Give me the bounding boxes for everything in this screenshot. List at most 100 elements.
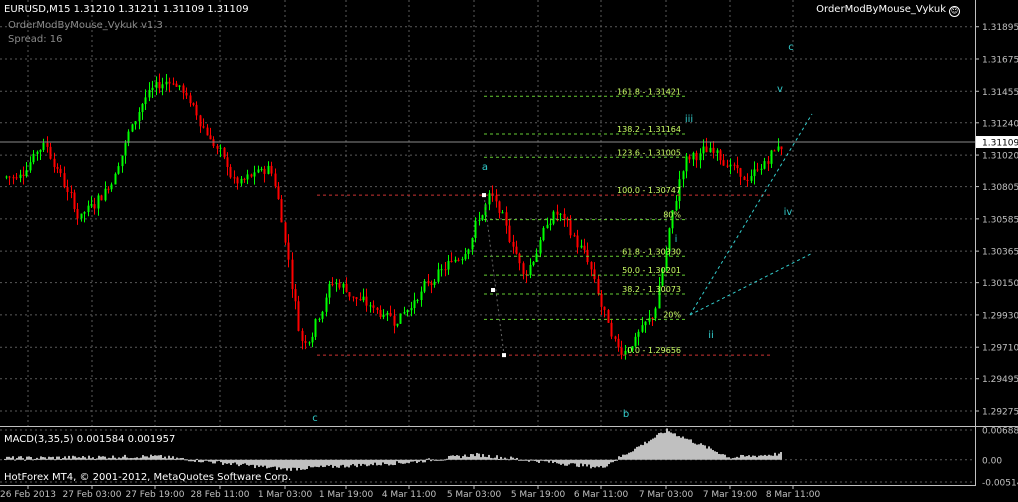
macd-bar — [642, 445, 644, 460]
macd-bar — [532, 459, 534, 461]
candle-body — [716, 150, 719, 153]
macd-bar — [652, 438, 654, 460]
macd-bar — [422, 459, 424, 463]
candle-body — [172, 83, 175, 85]
candle-body — [270, 165, 273, 174]
candle-body — [263, 168, 266, 174]
macd-bar — [158, 455, 160, 460]
macd-bar — [38, 458, 40, 460]
time-tick-label: 1 Mar 19:00 — [319, 490, 374, 500]
expert-advisor-badge[interactable]: OrderModByMouse_Vykuk ☺ — [816, 4, 960, 17]
time-tick-label: 27 Feb 03:00 — [62, 490, 121, 500]
candle-body — [644, 321, 647, 326]
candle-body — [450, 261, 453, 263]
macd-bar — [264, 459, 266, 466]
macd-bar — [540, 459, 542, 461]
candle-body — [124, 142, 127, 156]
price-tick-label: 1.31020 — [982, 152, 1018, 162]
candle-body — [416, 300, 419, 302]
macd-scale-label: 0.00 — [982, 456, 1002, 466]
macd-bar — [110, 458, 112, 460]
wave-label-v: v — [777, 84, 783, 95]
macd-bar — [266, 459, 268, 469]
candle-body — [22, 174, 25, 176]
macd-bar — [208, 459, 210, 462]
candle-body — [654, 308, 657, 319]
macd-bar — [776, 455, 778, 460]
macd-bar — [372, 459, 374, 466]
candle-body — [246, 174, 249, 180]
macd-bar — [380, 459, 382, 466]
macd-bar — [620, 457, 622, 460]
candle-body — [773, 150, 776, 152]
macd-bar — [256, 459, 258, 466]
time-tick-label: 26 Feb 2013 — [0, 490, 56, 500]
macd-bar — [516, 457, 518, 460]
candle-body — [603, 306, 606, 311]
wave-label-a: a — [482, 162, 488, 173]
candle-body — [733, 164, 736, 166]
macd-bar — [384, 459, 386, 465]
macd-bar — [416, 459, 418, 464]
candle-body — [161, 84, 164, 89]
macd-bar — [46, 458, 48, 460]
macd-bar — [438, 459, 440, 461]
wave-label-c: c — [312, 413, 318, 424]
macd-bar — [382, 459, 384, 463]
macd-bar — [440, 459, 442, 461]
macd-bar — [308, 459, 310, 467]
macd-bar — [588, 459, 590, 465]
macd-bar — [86, 458, 88, 460]
macd-bar — [666, 428, 668, 460]
macd-bar — [124, 454, 126, 460]
candle-body — [83, 212, 86, 214]
candle-body — [73, 192, 76, 210]
time-tick-label: 5 Mar 03:00 — [447, 490, 502, 500]
fibo-level-label: 80% — [663, 211, 681, 220]
candle-body — [19, 174, 22, 178]
macd-scale-label: 0.006885 — [982, 427, 1018, 437]
macd-bar — [542, 459, 544, 461]
macd-bar — [590, 459, 592, 469]
price-tick-label: 1.29930 — [982, 311, 1018, 321]
candle-body — [12, 177, 15, 179]
fibo-level-label: 61.8 - 1.30330 — [622, 247, 681, 256]
candle-body — [396, 323, 399, 326]
macd-bar — [360, 459, 362, 466]
macd-bar — [402, 459, 404, 464]
macd-bar — [482, 454, 484, 460]
candle-body — [229, 167, 232, 178]
macd-bar — [148, 457, 150, 460]
macd-bar — [294, 459, 296, 468]
macd-bar — [746, 456, 748, 460]
price-chart[interactable]: 161.8 - 1.31421 138.2 - 1.31164 123.6 - 1.… — [0, 0, 1018, 427]
macd-bar — [344, 459, 346, 468]
candle-body — [226, 157, 229, 168]
macd-bar — [72, 455, 74, 460]
price-tick-label: 1.31675 — [982, 56, 1018, 66]
macd-bar — [394, 459, 396, 466]
candle-body — [15, 177, 18, 179]
macd-bar — [174, 458, 176, 460]
macd-bar — [222, 459, 224, 465]
macd-bar — [682, 436, 684, 460]
candle-body — [328, 283, 331, 298]
macd-bar — [582, 459, 584, 467]
candle-body — [29, 162, 32, 171]
macd-bar — [406, 459, 408, 463]
candle-body — [549, 223, 552, 225]
candle-body — [355, 297, 358, 300]
macd-bar — [138, 458, 140, 460]
macd-bar — [606, 459, 608, 467]
candle-body — [318, 318, 321, 320]
macd-bar — [42, 457, 44, 460]
macd-bar — [502, 458, 504, 460]
price-tick-label: 1.29275 — [982, 408, 1018, 418]
macd-bar — [688, 439, 690, 460]
macd-bar — [10, 457, 12, 460]
macd-bar — [728, 457, 730, 460]
macd-bar — [150, 454, 152, 460]
macd-bar — [26, 456, 28, 460]
macd-bar — [342, 459, 344, 465]
macd-bar — [196, 458, 198, 460]
